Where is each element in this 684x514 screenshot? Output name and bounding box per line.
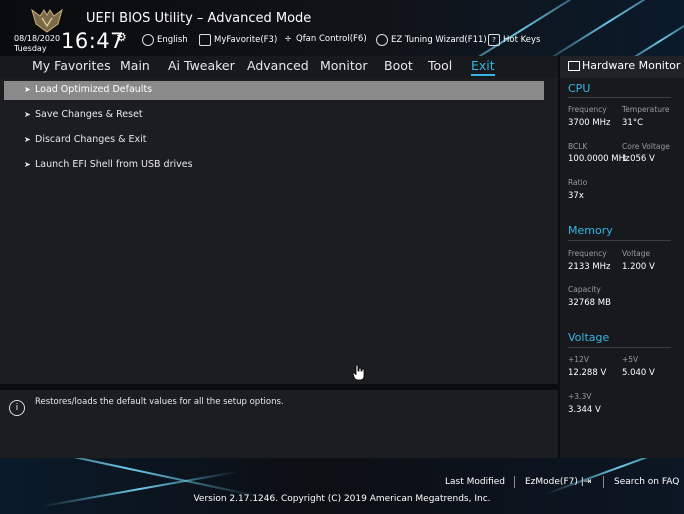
- qfan-control-button[interactable]: ✢ Qfan Control(F6): [283, 34, 367, 44]
- menu-item-save-changes-reset[interactable]: ➤ Save Changes & Reset: [4, 106, 544, 125]
- exit-menu-panel: ➤ Load Optimized Defaults ➤ Save Changes…: [0, 78, 558, 384]
- menu-item-launch-efi-shell[interactable]: ➤ Launch EFI Shell from USB drives: [4, 156, 544, 175]
- date-display: 08/18/2020 Tuesday: [14, 34, 60, 54]
- info-icon: i: [9, 400, 25, 416]
- hardware-monitor-header: Hardware Monitor: [560, 56, 684, 78]
- tab-advanced[interactable]: Advanced: [247, 56, 309, 73]
- voltage-heading: Voltage: [568, 331, 610, 344]
- cpu-heading: CPU: [568, 82, 591, 95]
- memory-voltage-value: 1.200 V: [622, 262, 655, 272]
- help-panel: i Restores/loads the default values for …: [0, 390, 558, 458]
- date-text: 08/18/2020: [14, 34, 61, 43]
- tab-tool[interactable]: Tool: [428, 56, 452, 73]
- gear-icon[interactable]: ⚙: [116, 30, 127, 44]
- hand-cursor-icon: [352, 364, 365, 381]
- v5-value: 5.040 V: [622, 368, 655, 378]
- hardware-monitor-title: Hardware Monitor: [582, 59, 681, 72]
- divider: [514, 476, 515, 488]
- v12-label: +12V: [568, 355, 589, 364]
- day-text: Tuesday: [14, 44, 47, 53]
- menu-item-label: Discard Changes & Exit: [35, 134, 147, 145]
- language-label: English: [157, 35, 188, 45]
- menu-item-load-optimized-defaults[interactable]: ➤ Load Optimized Defaults: [4, 81, 544, 100]
- tab-monitor[interactable]: Monitor: [320, 56, 368, 73]
- qfan-label: Qfan Control(F6): [296, 34, 367, 44]
- core-voltage-value: 1.056 V: [622, 154, 655, 164]
- capacity-label: Capacity: [568, 285, 601, 294]
- ez-tuning-label: EZ Tuning Wizard(F11): [391, 35, 487, 45]
- ez-tuning-wizard-button[interactable]: EZ Tuning Wizard(F11): [376, 34, 487, 46]
- myfavorite-label: MyFavorite(F3): [214, 35, 278, 45]
- chevron-right-icon: ➤: [24, 85, 31, 94]
- tab-boot[interactable]: Boot: [384, 56, 413, 73]
- hardware-monitor-panel: CPU Frequency 3700 MHz Temperature 31°C …: [560, 78, 684, 458]
- v5-label: +5V: [622, 355, 639, 364]
- main-nav: My Favorites Main Ai Tweaker Advanced Mo…: [0, 56, 558, 78]
- divider: [568, 97, 671, 98]
- tab-exit[interactable]: Exit: [471, 56, 495, 76]
- cpu-temperature-value: 31°C: [622, 118, 644, 128]
- tab-my-favorites[interactable]: My Favorites: [32, 56, 111, 73]
- cpu-temperature-label: Temperature: [622, 105, 670, 114]
- bottom-bar: Last Modified EzMode(F7) |⇥ Search on FA…: [0, 458, 684, 514]
- menu-item-label: Save Changes & Reset: [35, 109, 143, 120]
- tab-ai-tweaker[interactable]: Ai Tweaker: [168, 56, 235, 73]
- memory-heading: Memory: [568, 224, 613, 237]
- cpu-frequency-label: Frequency: [568, 105, 607, 114]
- myfavorite-button[interactable]: MyFavorite(F3): [199, 34, 277, 46]
- fan-icon: ✢: [285, 35, 291, 43]
- chevron-right-icon: ➤: [24, 110, 31, 119]
- v33-label: +3.3V: [568, 392, 592, 401]
- divider: [603, 476, 604, 488]
- search-faq-button[interactable]: Search on FAQ: [614, 477, 679, 487]
- memory-voltage-label: Voltage: [622, 249, 651, 258]
- tab-main[interactable]: Main: [120, 56, 150, 73]
- tuf-logo: [31, 8, 63, 33]
- core-voltage-label: Core Voltage: [622, 142, 670, 151]
- ratio-value: 37x: [568, 191, 584, 201]
- v33-value: 3.344 V: [568, 405, 601, 415]
- language-button[interactable]: English: [142, 34, 188, 46]
- help-text: Restores/loads the default values for al…: [35, 397, 284, 407]
- top-bar: UEFI BIOS Utility – Advanced Mode 08/18/…: [0, 0, 684, 56]
- bulb-icon: [376, 34, 388, 46]
- bclk-value: 100.0000 MHz: [568, 154, 630, 164]
- clock: 16:47: [61, 29, 125, 53]
- hot-keys-button[interactable]: ? Hot Keys: [488, 34, 540, 46]
- hot-keys-label: Hot Keys: [503, 35, 541, 45]
- copyright-text: Version 2.17.1246. Copyright (C) 2019 Am…: [193, 494, 491, 504]
- ratio-label: Ratio: [568, 178, 588, 187]
- memory-frequency-value: 2133 MHz: [568, 262, 611, 272]
- globe-icon: [142, 34, 154, 46]
- bclk-label: BCLK: [568, 142, 588, 151]
- menu-item-discard-changes-exit[interactable]: ➤ Discard Changes & Exit: [4, 131, 544, 150]
- v12-value: 12.288 V: [568, 368, 607, 378]
- divider: [568, 347, 671, 348]
- divider: [568, 240, 671, 241]
- ezmode-button[interactable]: EzMode(F7) |⇥: [525, 477, 591, 487]
- memory-frequency-label: Frequency: [568, 249, 607, 258]
- exit-arrow-icon: |⇥: [580, 477, 592, 487]
- help-icon: ?: [488, 34, 500, 46]
- chevron-right-icon: ➤: [24, 135, 31, 144]
- menu-item-label: Launch EFI Shell from USB drives: [35, 159, 193, 170]
- favorite-icon: [199, 34, 211, 46]
- monitor-icon: [568, 61, 580, 71]
- page-title: UEFI BIOS Utility – Advanced Mode: [86, 11, 312, 26]
- capacity-value: 32768 MB: [568, 298, 611, 308]
- menu-item-label: Load Optimized Defaults: [35, 84, 153, 95]
- ezmode-label: EzMode(F7): [525, 477, 578, 487]
- cpu-frequency-value: 3700 MHz: [568, 118, 611, 128]
- last-modified-button[interactable]: Last Modified: [445, 477, 505, 487]
- chevron-right-icon: ➤: [24, 160, 31, 169]
